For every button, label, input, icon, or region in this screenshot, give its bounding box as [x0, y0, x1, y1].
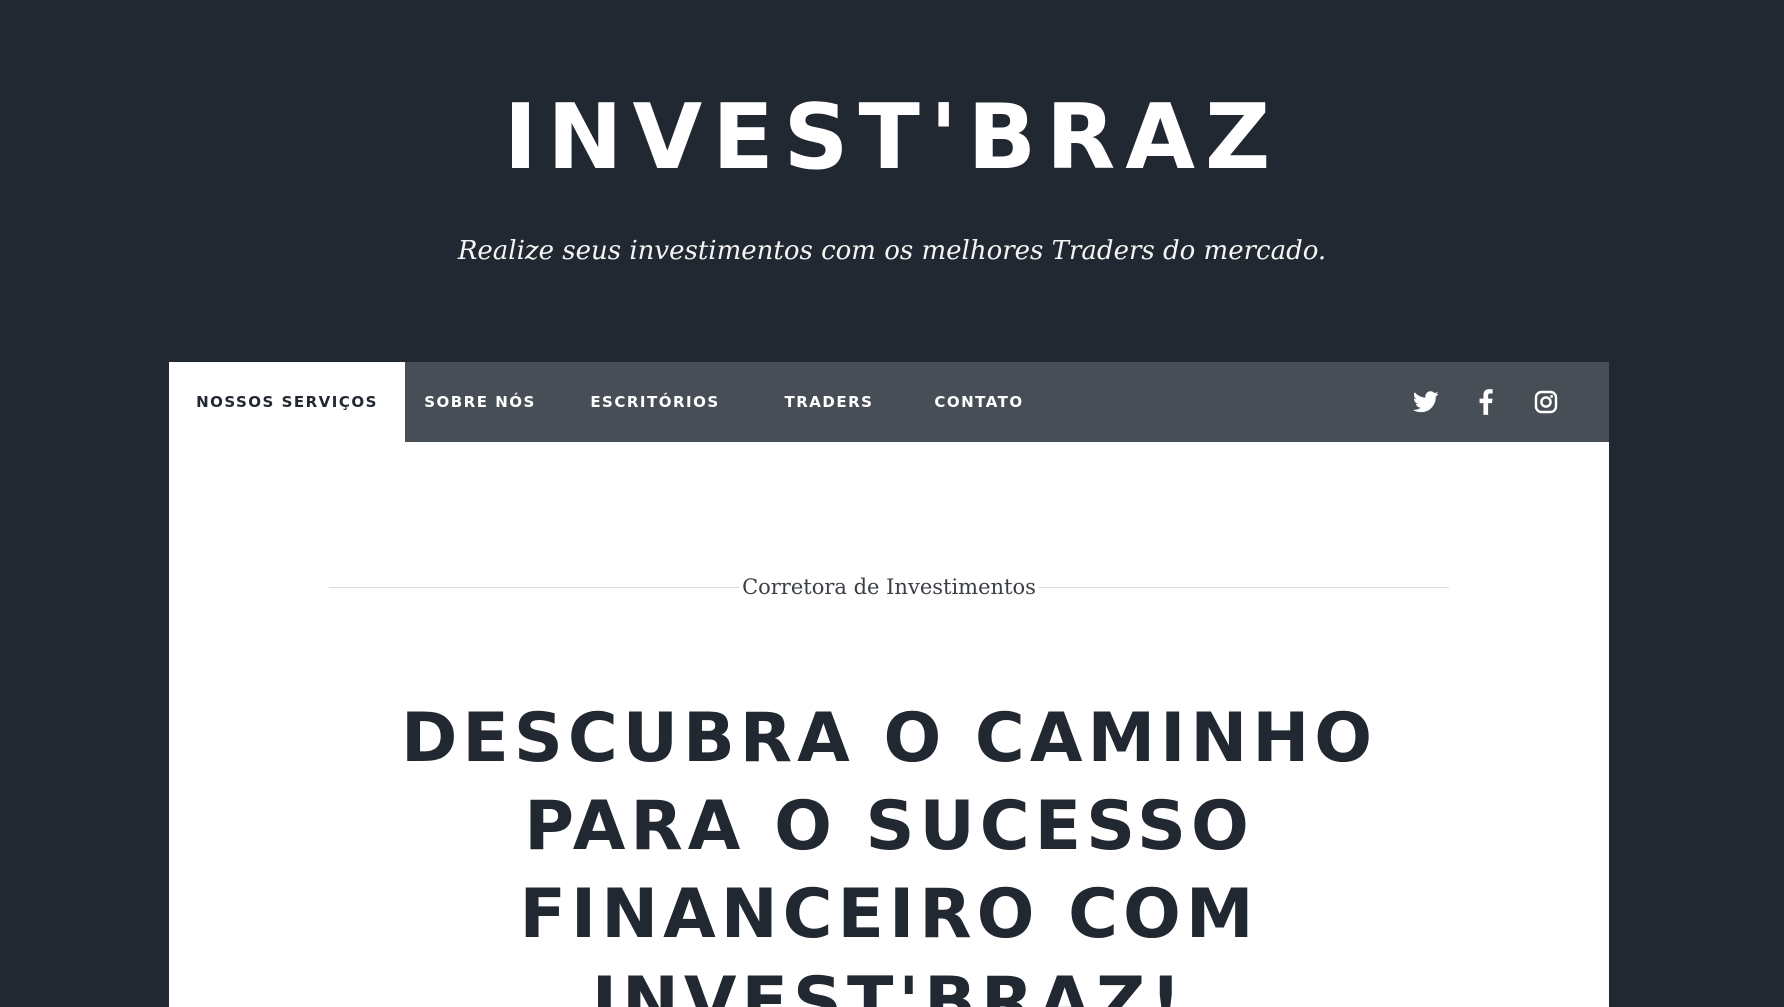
hero-heading-line: INVEST'BRAZ! — [591, 963, 1187, 1007]
instagram-icon[interactable] — [1526, 382, 1566, 422]
site-tagline: Realize seus investimentos com os melhor… — [457, 236, 1327, 266]
section-label: Corretora de Investimentos — [169, 572, 1609, 602]
nav-item-contato[interactable]: CONTATO — [903, 362, 1055, 442]
section-label-text: Corretora de Investimentos — [740, 572, 1038, 602]
hero-heading-line: FINANCEIRO COM — [519, 875, 1259, 954]
nav-item-escritorios[interactable]: ESCRITÓRIOS — [555, 362, 755, 442]
page-card: NOSSOS SERVIÇOS SOBRE NÓS ESCRITÓRIOS TR… — [169, 362, 1609, 1007]
site-title: INVEST'BRAZ — [503, 85, 1281, 190]
nav-item-traders[interactable]: TRADERS — [755, 362, 903, 442]
hero-heading-line: DESCUBRA O CAMINHO — [400, 699, 1378, 778]
main-nav: NOSSOS SERVIÇOS SOBRE NÓS ESCRITÓRIOS TR… — [169, 362, 1609, 442]
twitter-icon[interactable] — [1406, 382, 1446, 422]
hero-heading: DESCUBRA O CAMINHO PARA O SUCESSO FINANC… — [169, 695, 1609, 1007]
nav-item-nossos-servicos[interactable]: NOSSOS SERVIÇOS — [169, 362, 405, 442]
hero-heading-line: PARA O SUCESSO — [524, 787, 1254, 866]
nav-item-sobre-nos[interactable]: SOBRE NÓS — [405, 362, 555, 442]
facebook-icon[interactable] — [1466, 382, 1506, 422]
